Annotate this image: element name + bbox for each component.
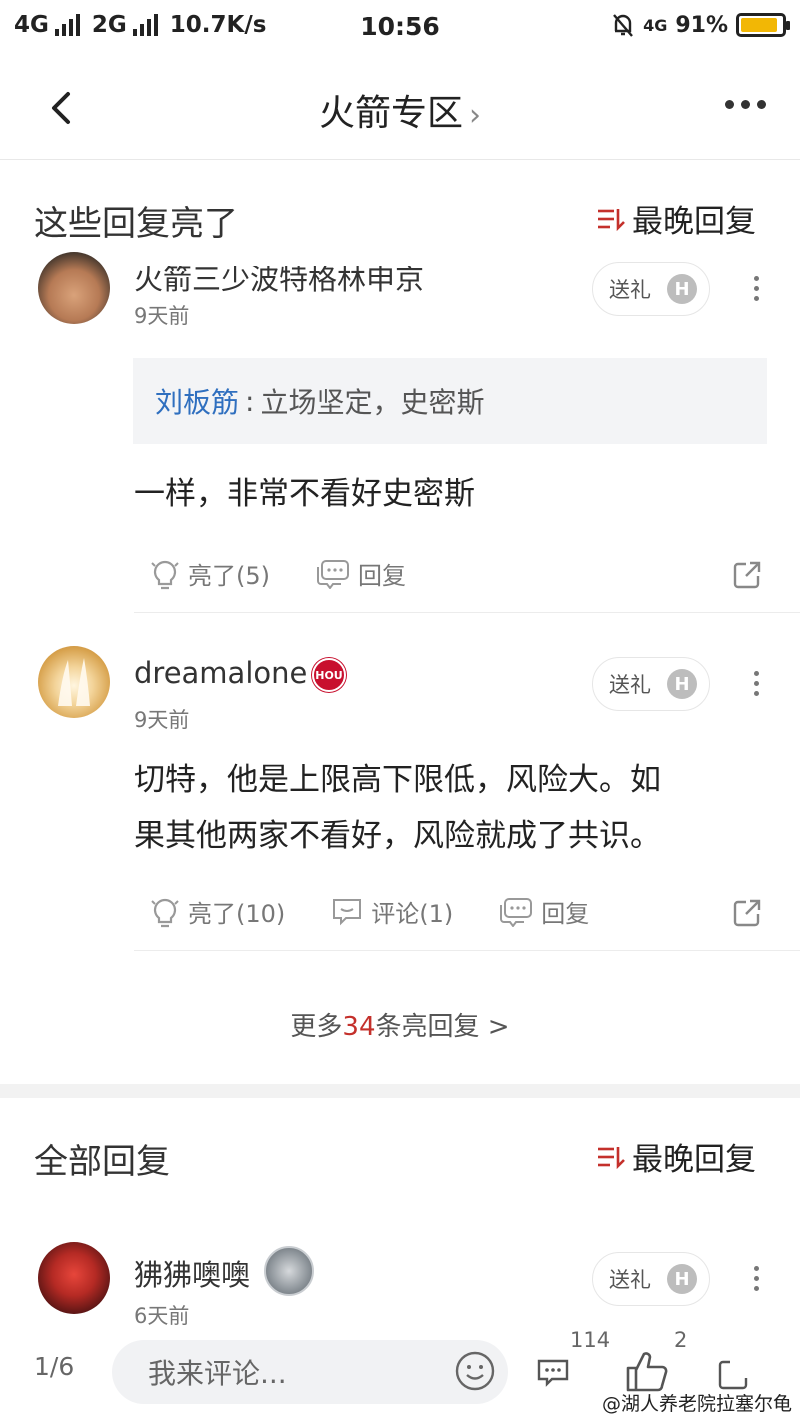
like-label: 亮了(5): [188, 562, 270, 590]
post-time: 9天前: [134, 304, 190, 328]
more-replies-count: 34: [342, 1012, 376, 1042]
divider: [134, 612, 800, 613]
post-body-line: 果其他两家不看好，风险就成了共识。: [134, 818, 661, 854]
more-horizontal-icon[interactable]: [725, 100, 766, 109]
h-badge-icon: H: [667, 274, 697, 304]
hot-section-header: 这些回复亮了 最晚回复: [0, 176, 800, 256]
post-time: 6天前: [134, 1304, 190, 1328]
gift-label: 送礼: [609, 278, 651, 302]
quote-author[interactable]: 刘板筋: [155, 381, 239, 421]
more-vertical-icon[interactable]: [754, 1266, 760, 1291]
reply-icon: [317, 559, 349, 589]
lightbulb-icon: [151, 560, 179, 589]
comment-input[interactable]: 我来评论...: [112, 1340, 508, 1404]
team-badge: HOU: [312, 658, 346, 692]
like-label: 亮了(10): [188, 900, 286, 928]
reply-label: 回复: [358, 562, 406, 590]
username[interactable]: dreamalone: [134, 656, 307, 690]
comment-count: 114: [570, 1328, 611, 1352]
title-chevron-icon: ›: [469, 98, 481, 133]
comment-label: 评论(1): [371, 900, 454, 928]
sort-label: 最晚回复: [632, 204, 756, 240]
more-replies-link[interactable]: 更多34条亮回复 >: [0, 1006, 800, 1043]
gift-label: 送礼: [609, 1268, 651, 1292]
status-bar: 4G 2G 10.7K/s 10:56 4G 91%: [0, 0, 800, 56]
share-icon[interactable]: [732, 560, 762, 590]
page-indicator[interactable]: 1/6: [34, 1352, 74, 1381]
avatar[interactable]: [38, 1242, 110, 1314]
h-badge-icon: H: [667, 1264, 697, 1294]
quoted-reply[interactable]: 刘板筋 : 立场坚定，史密斯: [133, 358, 767, 444]
sort-button[interactable]: 最晚回复: [596, 196, 756, 241]
divider: [134, 950, 800, 951]
bottom-bar: 1/6 我来评论... 114 2 @湖人养老院拉塞尔龟: [0, 1328, 800, 1422]
post-time: 9天前: [134, 708, 190, 732]
reply-button[interactable]: 回复: [499, 894, 589, 929]
username[interactable]: 火箭三少波特格林申京: [134, 266, 424, 298]
quote-text: 立场坚定，史密斯: [260, 386, 485, 419]
reply-label: 回复: [541, 900, 590, 928]
battery-icon: [736, 13, 790, 37]
nav-bar: 火箭专区 ›: [0, 56, 800, 160]
post-body: 切特，他是上限高下限低，风险大。如 果其他两家不看好，风险就成了共识。: [134, 752, 794, 864]
reply-icon: [500, 897, 533, 927]
like-button[interactable]: 亮了(5): [150, 556, 270, 591]
post-body: 一样，非常不看好史密斯: [134, 476, 475, 512]
all-section-title: 全部回复: [34, 1142, 170, 1182]
share-icon[interactable]: [716, 1358, 750, 1392]
sort-button[interactable]: 最晚回复: [596, 1134, 756, 1179]
gift-button[interactable]: 送礼 H: [592, 262, 710, 316]
page-title[interactable]: 火箭专区 ›: [0, 84, 800, 136]
battery-percent: 91%: [675, 12, 728, 38]
gift-button[interactable]: 送礼 H: [592, 1252, 710, 1306]
sort-label: 最晚回复: [632, 1142, 756, 1178]
h-badge-icon: H: [667, 669, 697, 699]
hot-section-title: 这些回复亮了: [34, 204, 238, 244]
gift-button[interactable]: 送礼 H: [592, 657, 710, 711]
bell-muted-icon: [613, 14, 633, 37]
post-actions: 亮了(10) 评论(1) 回复: [150, 894, 635, 929]
reply-button[interactable]: 回复: [316, 556, 406, 591]
section-separator: [0, 1084, 800, 1098]
lightbulb-icon: [151, 898, 179, 927]
more-vertical-icon[interactable]: [754, 671, 760, 696]
page-title-text: 火箭专区: [318, 93, 463, 134]
gift-label: 送礼: [609, 673, 651, 697]
comment-button[interactable]: 评论(1): [331, 894, 453, 929]
comment-placeholder: 我来评论...: [148, 1357, 287, 1390]
post-actions: 亮了(5) 回复: [150, 556, 452, 591]
wheat-image-icon: [58, 658, 90, 706]
sort-icon: [598, 208, 625, 231]
network-type-3: 4G: [643, 15, 668, 35]
more-replies-prefix: 更多: [290, 1012, 343, 1042]
quote-separator: :: [245, 384, 255, 418]
comment-icon: [333, 898, 362, 925]
like-button[interactable]: 亮了(10): [150, 894, 285, 929]
emoji-icon[interactable]: [454, 1350, 496, 1392]
sort-icon: [598, 1146, 625, 1169]
more-vertical-icon[interactable]: [754, 276, 760, 301]
post-body-line: 切特，他是上限高下限低，风险大。如: [134, 762, 661, 798]
username[interactable]: 狒狒噢噢: [134, 1252, 250, 1294]
like-count: 2: [674, 1328, 688, 1352]
watermark: @湖人养老院拉塞尔龟: [601, 1393, 792, 1415]
more-replies-suffix: 条亮回复 >: [375, 1012, 510, 1042]
avatar[interactable]: [38, 646, 110, 718]
all-section-header: 全部回复 最晚回复: [0, 1114, 800, 1194]
avatar[interactable]: [38, 252, 110, 324]
share-icon[interactable]: [732, 898, 762, 928]
status-icons: 4G 91%: [611, 12, 790, 38]
comments-icon[interactable]: [536, 1358, 570, 1388]
thumbs-up-icon[interactable]: [624, 1348, 670, 1394]
level-badge-icon: [264, 1246, 314, 1296]
